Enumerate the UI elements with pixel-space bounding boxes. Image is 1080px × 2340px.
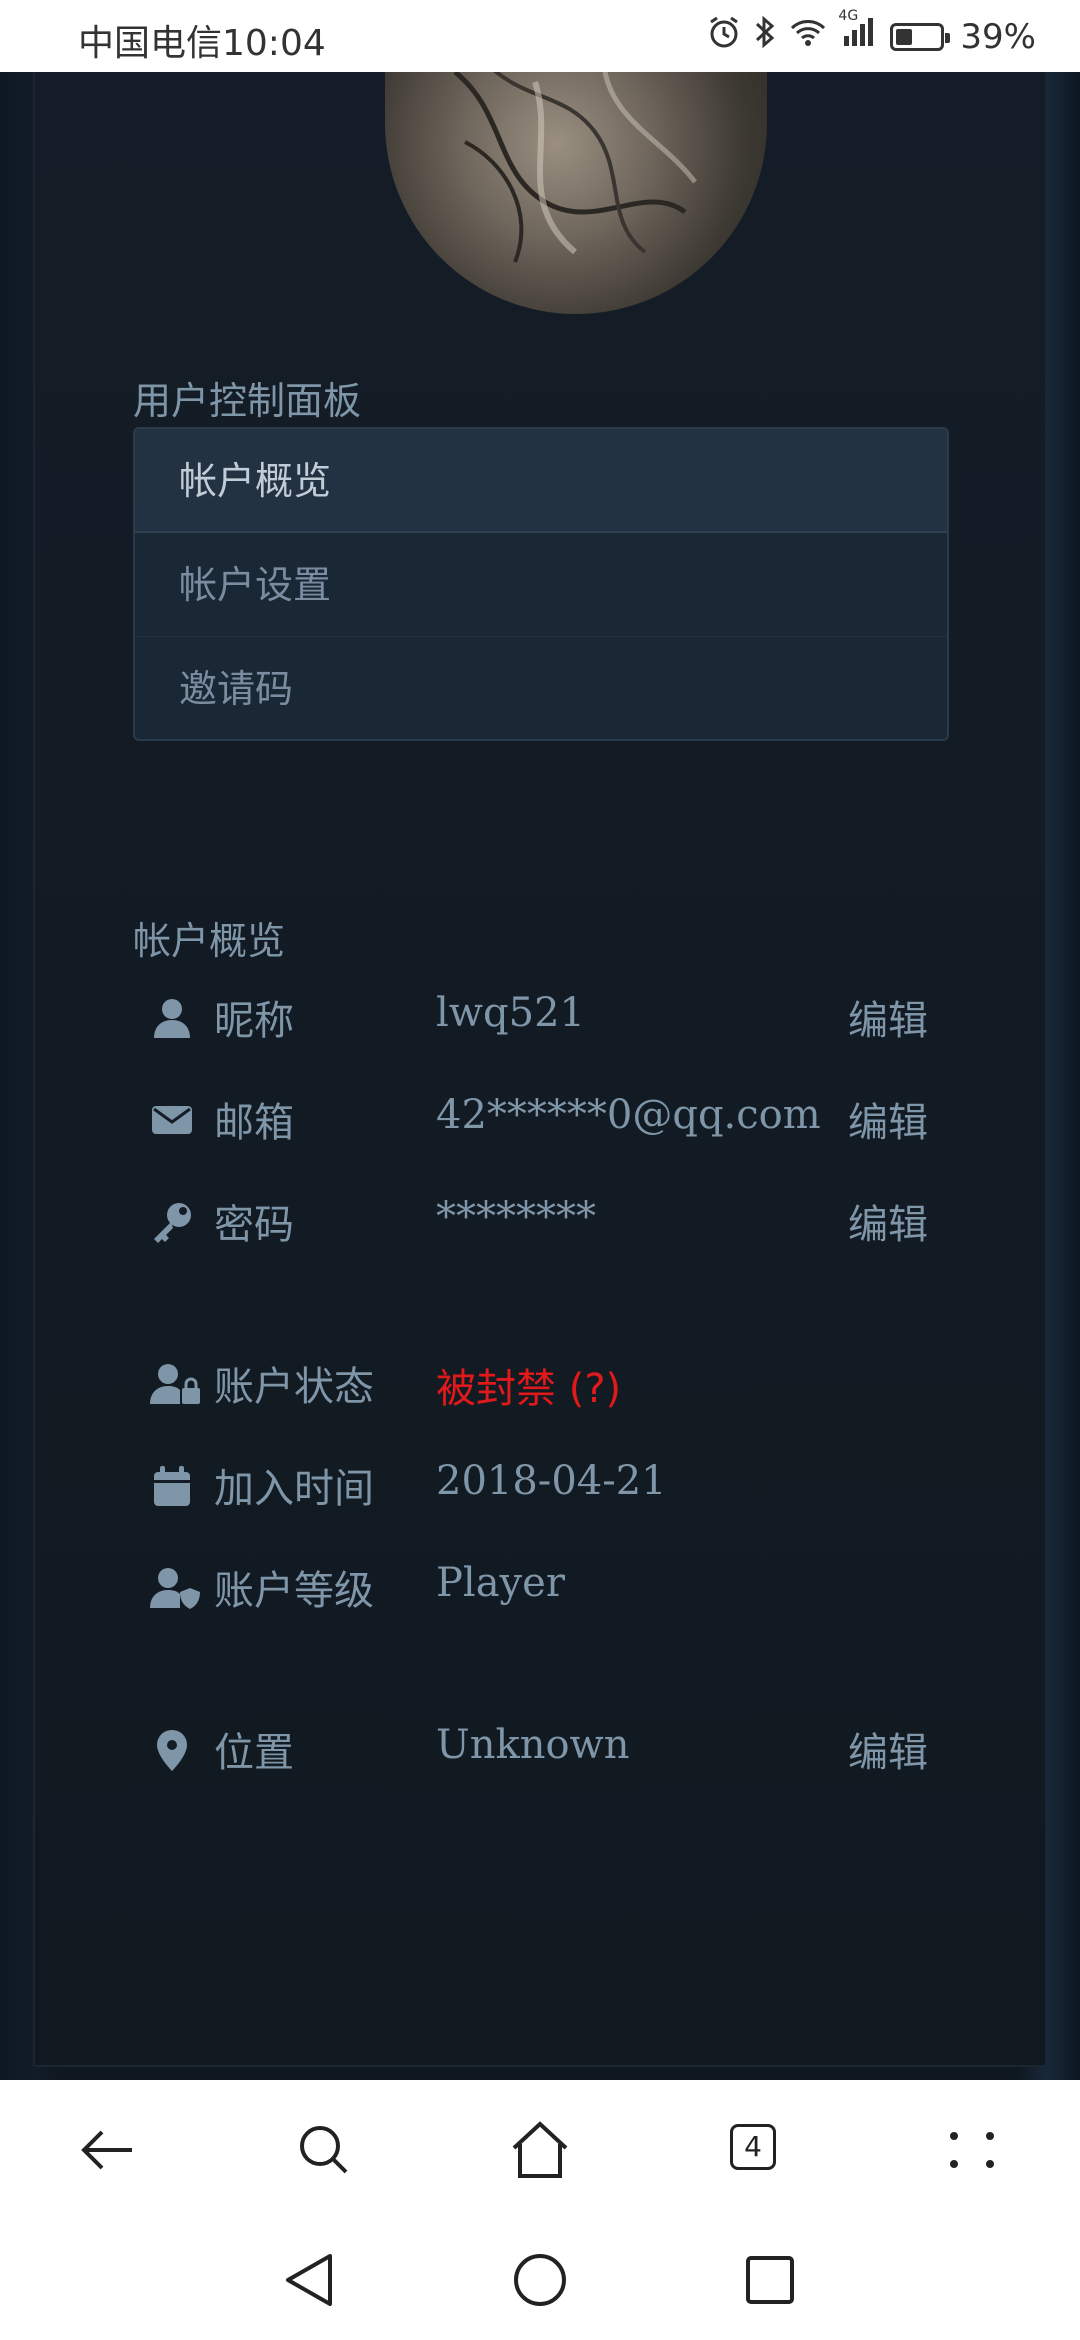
system-nav-bar [0, 2220, 1080, 2340]
user-shield-icon [150, 1566, 200, 1610]
avatar[interactable] [385, 52, 767, 314]
map-marker-icon [150, 1728, 194, 1772]
nav-back-icon[interactable] [280, 2248, 340, 2316]
edit-email-link[interactable]: 编辑 [848, 1090, 928, 1148]
info-value: 42******0@qq.com [436, 1092, 821, 1138]
info-row-email: 邮箱 42******0@qq.com 编辑 [150, 1088, 950, 1158]
info-row-account-status: 账户状态 被封禁 (?) [150, 1352, 950, 1422]
avatar-artwork [453, 60, 697, 263]
info-value: ******** [436, 1194, 596, 1240]
info-label: 邮箱 [214, 1100, 294, 1146]
calendar-icon [150, 1464, 194, 1508]
carrier-time: 中国电信10:04 [78, 23, 326, 64]
status-bar: 中国电信10:04 4G 39% [0, 0, 1080, 72]
tabs-icon[interactable]: 4 [730, 2124, 776, 2170]
battery-icon [890, 22, 951, 51]
nav-home-icon[interactable] [510, 2248, 570, 2316]
info-label: 位置 [214, 1730, 294, 1776]
battery-percent: 39% [960, 16, 1036, 57]
menu-item-invite-code[interactable]: 邀请码 [135, 637, 947, 739]
info-row-account-level: 账户等级 Player [150, 1556, 950, 1626]
info-value: Player [436, 1560, 565, 1606]
control-panel-title: 用户控制面板 [133, 379, 362, 423]
bluetooth-icon [752, 14, 778, 59]
edit-password-link[interactable]: 编辑 [848, 1192, 928, 1250]
key-icon [150, 1200, 194, 1244]
edit-location-link[interactable]: 编辑 [848, 1720, 928, 1778]
info-label: 账户状态 [214, 1364, 374, 1410]
info-label: 加入时间 [214, 1466, 374, 1512]
info-value: 2018-04-21 [436, 1458, 667, 1504]
info-value: Unknown [436, 1722, 630, 1768]
info-label: 昵称 [214, 998, 294, 1044]
signal-icon: 4G [838, 8, 880, 59]
info-row-password: 密码 ******** 编辑 [150, 1190, 950, 1260]
envelope-icon [150, 1098, 194, 1142]
browser-toolbar [0, 2080, 1080, 2220]
edit-nickname-link[interactable]: 编辑 [848, 988, 928, 1046]
info-label: 账户等级 [214, 1568, 374, 1614]
info-label: 密码 [214, 1202, 294, 1248]
network-label: 4G [838, 8, 859, 24]
info-value: lwq521 [436, 990, 585, 1036]
back-arrow-icon[interactable] [76, 2118, 140, 2182]
status-value-banned[interactable]: 被封禁 (?) [436, 1356, 621, 1414]
nav-recents-icon[interactable] [740, 2248, 800, 2316]
battery-fill [896, 28, 913, 45]
overview-title: 帐户概览 [133, 919, 286, 963]
menu-item-account-overview[interactable]: 帐户概览 [135, 429, 947, 533]
status-icons: 4G 39% [706, 8, 1036, 59]
user-lock-icon [150, 1362, 200, 1406]
alarm-icon [706, 14, 742, 59]
info-row-join-date: 加入时间 2018-04-21 [150, 1454, 950, 1524]
user-icon [150, 996, 194, 1040]
search-icon[interactable] [292, 2118, 356, 2182]
home-icon[interactable] [508, 2118, 572, 2182]
info-row-location: 位置 Unknown 编辑 [150, 1718, 950, 1788]
control-panel-menu: 帐户概览 帐户设置 邀请码 [133, 427, 949, 741]
info-row-nickname: 昵称 lwq521 编辑 [150, 986, 950, 1056]
wifi-icon [788, 14, 828, 59]
more-icon[interactable] [940, 2118, 1004, 2182]
menu-item-account-settings[interactable]: 帐户设置 [135, 533, 947, 637]
